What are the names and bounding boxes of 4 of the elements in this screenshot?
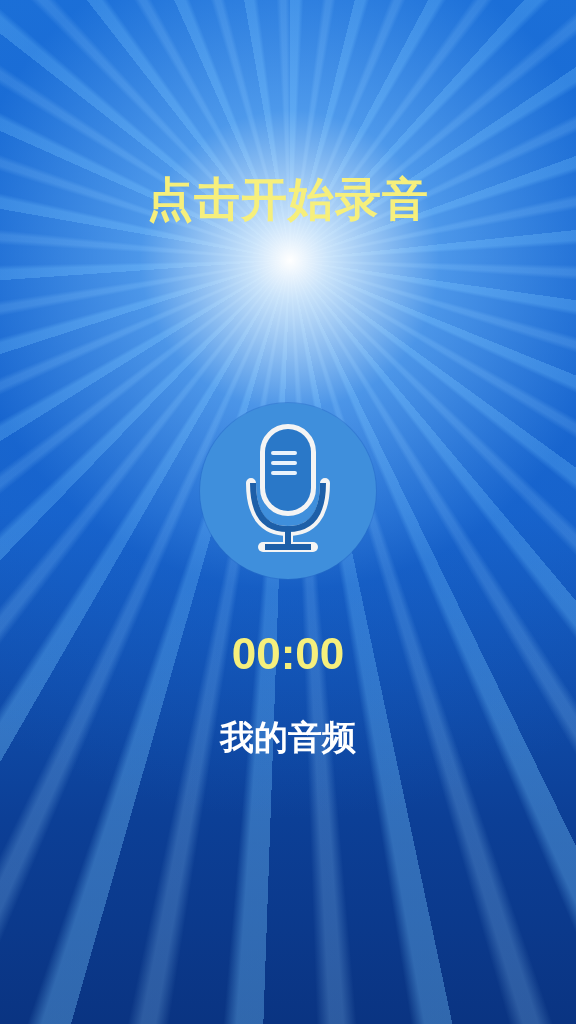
record-button[interactable]	[200, 403, 376, 580]
my-audio-link[interactable]: 我的音频	[220, 715, 356, 762]
timer: 00:00	[231, 629, 345, 680]
record-prompt: 点击开始录音	[147, 172, 429, 228]
